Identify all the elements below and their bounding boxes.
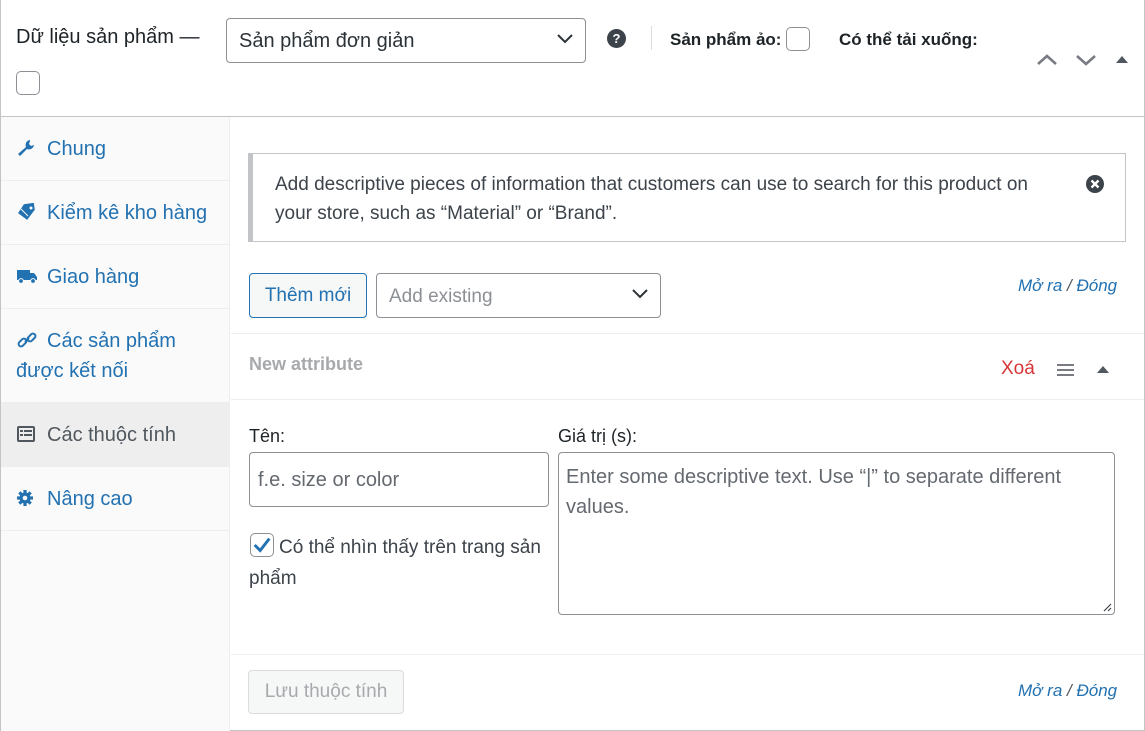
expand-close-links-bottom: Mở ra / Đóng xyxy=(1018,681,1117,701)
add-existing-placeholder: Add existing xyxy=(389,286,493,307)
tab-advanced[interactable]: Nâng cao xyxy=(1,467,229,531)
truck-icon xyxy=(17,270,37,284)
link-icon xyxy=(17,332,37,348)
header-toggle-checkbox[interactable] xyxy=(16,71,40,95)
list-view-icon xyxy=(17,426,35,442)
values-label: Giá trị (s): xyxy=(558,426,637,446)
tab-attributes-label: Các thuộc tính xyxy=(47,424,176,446)
tab-linked-products[interactable]: Các sản phẩm được kết nối xyxy=(1,309,229,403)
collapse-panel-icon[interactable] xyxy=(1115,50,1129,70)
tag-icon xyxy=(18,203,35,220)
wrench-icon xyxy=(18,140,34,156)
close-all-link[interactable]: Đóng xyxy=(1076,681,1117,700)
virtual-checkbox[interactable] xyxy=(786,27,810,51)
attribute-title: New attribute xyxy=(249,354,364,374)
attribute-name-placeholder: f.e. size or color xyxy=(258,469,400,491)
attribute-name-input[interactable]: f.e. size or color xyxy=(249,452,549,507)
attributes-info-notice: Add descriptive pieces of information th… xyxy=(248,153,1126,242)
add-new-attribute-button[interactable]: Thêm mới xyxy=(249,273,367,318)
remove-attribute-link[interactable]: Xoá xyxy=(1001,358,1035,380)
close-icon[interactable] xyxy=(1085,174,1105,194)
virtual-label: Sản phẩm ảo: xyxy=(670,30,782,49)
move-up-icon[interactable] xyxy=(1035,50,1059,70)
add-existing-select[interactable]: Add existing xyxy=(376,273,661,318)
product-type-value: Sản phẩm đơn giản xyxy=(239,30,415,52)
link-separator: / xyxy=(1067,276,1072,295)
attribute-values-textarea[interactable]: Enter some descriptive text. Use “|” to … xyxy=(558,452,1115,615)
save-attributes-button[interactable]: Lưu thuộc tính xyxy=(248,670,404,714)
product-data-header: Dữ liệu sản phẩm — Sản phẩm đơn giản ? S… xyxy=(1,0,1144,117)
product-type-select[interactable]: Sản phẩm đơn giản xyxy=(226,18,586,63)
tab-general-label: Chung xyxy=(47,138,106,160)
expand-all-link[interactable]: Mở ra xyxy=(1018,276,1062,295)
chevron-down-icon xyxy=(557,34,573,44)
downloadable-label: Có thể tải xuống: xyxy=(839,30,978,49)
collapse-attribute-icon[interactable] xyxy=(1096,364,1110,374)
visible-on-product-page-label: Có thể nhìn thấy trên trang sản phẩm xyxy=(249,537,541,589)
product-data-tabs: Chung Kiểm kê kho hàng Giao hàng Các sản… xyxy=(1,117,230,731)
drag-handle-icon[interactable] xyxy=(1057,363,1074,377)
footer-divider xyxy=(231,654,1144,655)
expand-close-links-top: Mở ra / Đóng xyxy=(1018,276,1117,296)
chevron-down-icon xyxy=(632,289,648,299)
name-label: Tên: xyxy=(249,426,286,446)
tab-shipping[interactable]: Giao hàng xyxy=(1,245,229,309)
tab-attributes[interactable]: Các thuộc tính xyxy=(1,403,229,467)
tab-advanced-label: Nâng cao xyxy=(47,488,133,510)
tab-shipping-label: Giao hàng xyxy=(47,266,140,288)
attribute-header[interactable]: New attribute Xoá xyxy=(231,333,1144,400)
tab-general[interactable]: Chung xyxy=(1,117,229,181)
gear-icon xyxy=(17,490,33,506)
expand-all-link[interactable]: Mở ra xyxy=(1018,681,1062,700)
link-separator: / xyxy=(1067,681,1072,700)
resize-grip-icon[interactable] xyxy=(1102,602,1112,612)
help-circle-icon[interactable]: ? xyxy=(607,29,626,48)
move-down-icon[interactable] xyxy=(1074,50,1098,70)
tab-inventory-label: Kiểm kê kho hàng xyxy=(47,202,208,224)
attribute-values-placeholder: Enter some descriptive text. Use “|” to … xyxy=(566,466,1062,518)
notice-text: Add descriptive pieces of information th… xyxy=(275,174,1028,224)
close-all-link[interactable]: Đóng xyxy=(1076,276,1117,295)
tab-inventory[interactable]: Kiểm kê kho hàng xyxy=(1,181,229,245)
product-data-panel: Dữ liệu sản phẩm — Sản phẩm đơn giản ? S… xyxy=(0,0,1145,731)
panel-title: Dữ liệu sản phẩm — xyxy=(16,26,200,48)
tab-linked-products-label: Các sản phẩm được kết nối xyxy=(16,330,176,382)
header-divider xyxy=(651,26,652,50)
